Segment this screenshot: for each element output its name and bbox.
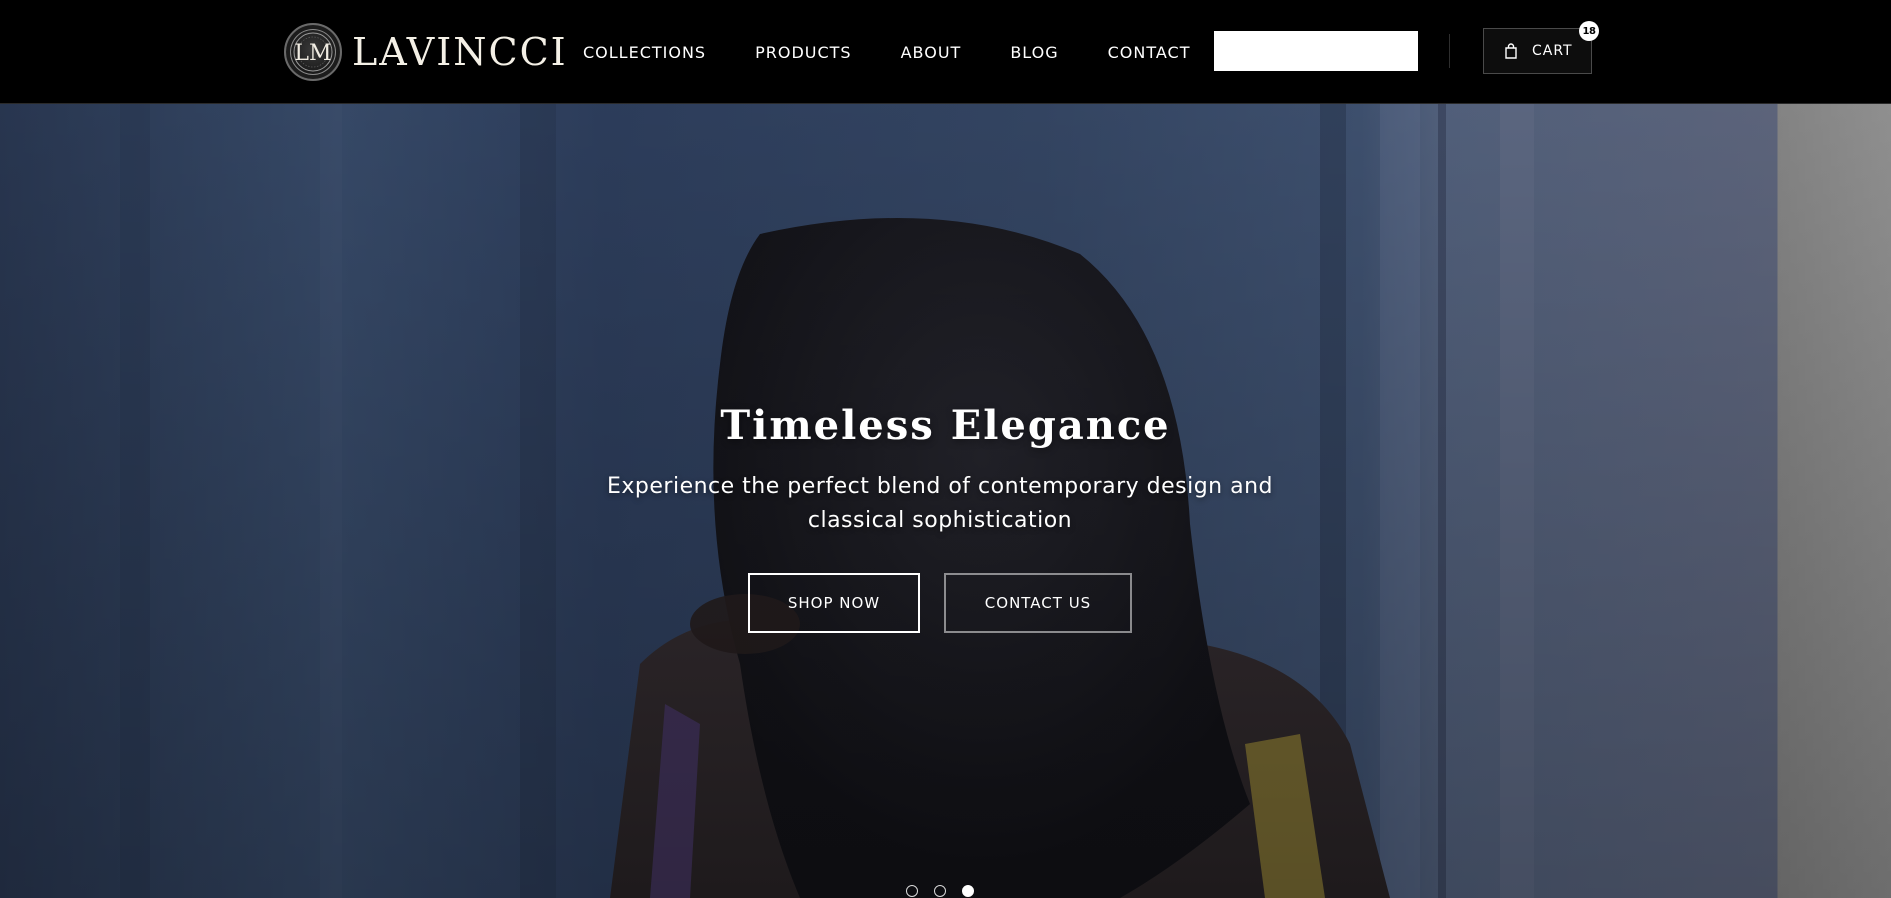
monogram-emblem-icon: LM [284, 23, 342, 81]
hero-slider: Timeless Elegance Experience the perfect… [0, 104, 1891, 898]
shopping-bag-icon [1504, 43, 1518, 59]
nav-item-contact[interactable]: CONTACT [1108, 43, 1191, 62]
slider-pagination [906, 885, 990, 897]
brand-logo[interactable]: LM LAVINCCI [284, 22, 568, 82]
cart-count-badge: 18 [1579, 21, 1599, 41]
cart-label: CART [1532, 43, 1573, 59]
slide-dot-3[interactable] [962, 885, 974, 897]
slide-dot-2[interactable] [934, 885, 946, 897]
hero-subtitle: Experience the perfect blend of contempo… [607, 474, 1273, 533]
main-nav: COLLECTIONS PRODUCTS ABOUT BLOG CONTACT [583, 0, 1191, 104]
header-divider [1449, 34, 1450, 68]
nav-item-collections[interactable]: COLLECTIONS [583, 43, 706, 62]
hero-title: Timeless Elegance [720, 402, 1171, 449]
nav-item-blog[interactable]: BLOG [1010, 43, 1058, 62]
monogram-text: LM [294, 41, 331, 66]
site-header: LM LAVINCCI COLLECTIONS PRODUCTS ABOUT B… [0, 0, 1891, 104]
cart-button[interactable]: CART 18 [1483, 21, 1599, 74]
nav-item-about[interactable]: ABOUT [901, 43, 962, 62]
shop-now-button[interactable]: SHOP NOW [748, 573, 920, 633]
contact-us-button[interactable]: CONTACT US [944, 573, 1132, 633]
brand-name: LAVINCCI [352, 30, 568, 74]
slide-dot-1[interactable] [906, 885, 918, 897]
search-input[interactable] [1214, 31, 1418, 71]
nav-item-products[interactable]: PRODUCTS [755, 43, 852, 62]
